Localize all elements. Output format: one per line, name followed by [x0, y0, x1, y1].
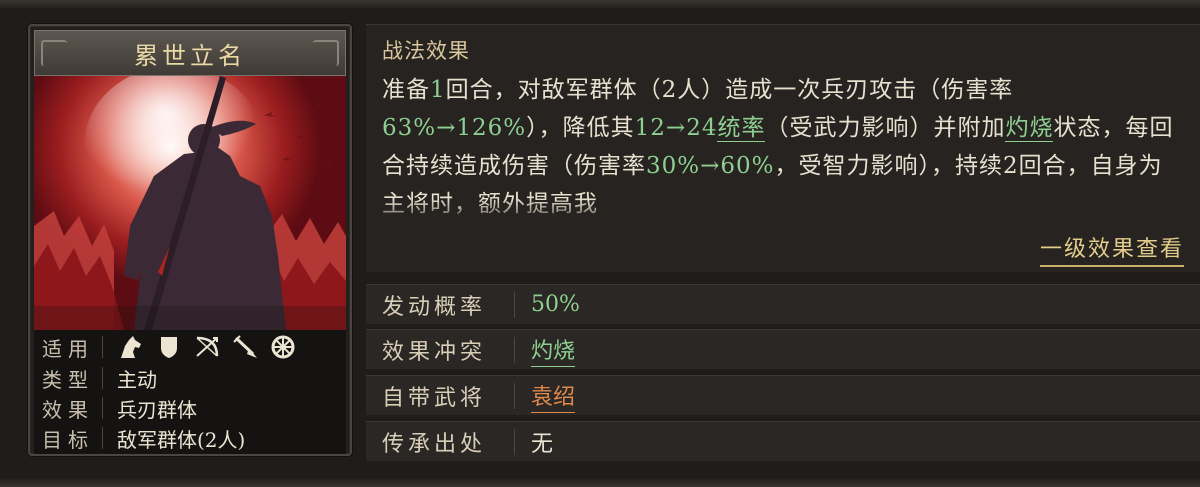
- attr-value: 敌军群体(2人): [117, 427, 246, 452]
- attr-row-type: 类型 主动: [34, 363, 346, 393]
- prop-value: 50%: [531, 292, 580, 317]
- description-segment: 回合，对敌军群体（2人）造成一次兵刃攻击（伤害率: [445, 77, 1014, 103]
- bow-icon: [193, 334, 221, 360]
- corner-ornament: [313, 40, 339, 66]
- attr-value: 兵刃群体: [117, 397, 197, 422]
- description-segment: ），降低其: [526, 115, 635, 141]
- effect-description-text: 准备1回合，对敌军群体（2人）造成一次兵刃攻击（伤害率 63%→126%），降低其…: [382, 71, 1186, 229]
- keyword-link[interactable]: 灼烧: [1005, 115, 1054, 142]
- attr-row-applicable: 适用: [34, 332, 346, 362]
- attr-label: 类型: [42, 367, 94, 392]
- prop-label: 自带武将: [382, 385, 487, 411]
- top-frame: [0, 0, 1200, 8]
- cavalry-icon: [117, 334, 145, 360]
- warrior-silhouette-illustration: [34, 76, 346, 330]
- effect-description-box[interactable]: 战法效果 准备1回合，对敌军群体（2人）造成一次兵刃攻击（伤害率 63%→126%…: [366, 24, 1200, 272]
- level-one-effect-view-link[interactable]: 一级效果查看: [1039, 231, 1184, 267]
- bottom-frame: [0, 479, 1200, 487]
- effect-conflict-link[interactable]: 灼烧: [531, 333, 576, 367]
- prop-value: 无: [531, 431, 554, 457]
- description-segment: （受武力影响）并附加: [765, 115, 1006, 141]
- tactic-detail-panel: 战法效果 准备1回合，对敌军群体（2人）造成一次兵刃攻击（伤害率 63%→126%…: [366, 24, 1200, 461]
- section-title: 战法效果: [382, 39, 470, 63]
- keyword-link[interactable]: 统率: [717, 115, 766, 142]
- attr-row-target: 目标 敌军群体(2人): [34, 423, 346, 453]
- attr-row-effect: 效果 兵刃群体: [34, 393, 346, 423]
- attr-value: 主动: [117, 367, 157, 392]
- highlight-value: 30%→60%: [646, 153, 775, 179]
- card-attributes: 适用 类型 主动 效果 兵刃群体 目标 敌军群体(2人): [34, 330, 346, 454]
- general-name-link[interactable]: 袁绍: [531, 379, 576, 413]
- prop-label: 效果冲突: [382, 339, 487, 365]
- prop-label: 发动概率: [382, 294, 487, 320]
- spear-icon: [231, 334, 259, 360]
- corner-ornament: [41, 40, 67, 66]
- highlight-value: 12→24: [634, 115, 718, 141]
- prop-row-trigger-rate: 发动概率 50%: [366, 284, 1200, 324]
- card-artwork: [34, 76, 346, 330]
- prop-row-effect-conflict: 效果冲突 灼烧: [366, 329, 1200, 369]
- attr-label: 适用: [42, 336, 94, 361]
- highlight-value: 63%→126%: [382, 115, 527, 141]
- shield-icon: [155, 334, 183, 360]
- unit-type-icons: [117, 334, 297, 360]
- attr-label: 效果: [42, 397, 94, 422]
- siege-icon: [269, 334, 297, 360]
- highlight-value: 1: [430, 77, 446, 103]
- attr-label: 目标: [42, 427, 94, 452]
- tactic-card: 累世立名 适用 类型 主动 效果 兵刃群体 目标 敌军群体(2人): [28, 24, 352, 456]
- prop-row-inherit-source: 传承出处 无: [366, 421, 1200, 461]
- prop-row-own-general: 自带武将 袁绍: [366, 375, 1200, 415]
- description-segment: 准备: [382, 77, 430, 103]
- card-title-bar: 累世立名: [34, 30, 346, 76]
- prop-label: 传承出处: [382, 431, 487, 457]
- card-title: 累世立名: [134, 41, 246, 70]
